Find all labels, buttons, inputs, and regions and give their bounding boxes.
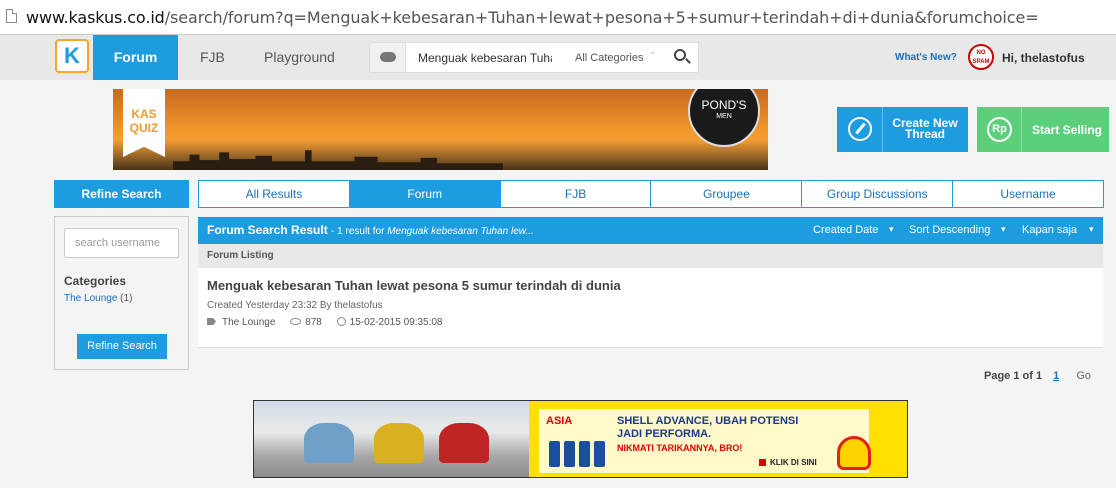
- forum-listing-label: Forum Listing: [198, 244, 1103, 268]
- search-input[interactable]: Menguak kebesaran Tuhan: [418, 51, 552, 65]
- page-label: Page 1 of 1: [984, 370, 1043, 382]
- tab-groupee[interactable]: Groupee: [651, 181, 803, 207]
- results-header: Forum Search Result - 1 result for Mengu…: [198, 217, 1103, 244]
- browser-url-bar[interactable]: www.kaskus.co.id/search/forum?q=Menguak+…: [0, 0, 1116, 35]
- sort-time-range[interactable]: Kapan saja: [1022, 224, 1077, 236]
- sort-created-date[interactable]: Created Date: [813, 224, 878, 236]
- rupiah-icon: Rp: [977, 107, 1022, 152]
- user-greeting[interactable]: Hi, thelastofus: [1002, 51, 1085, 65]
- start-selling-button[interactable]: Rp Start Selling: [977, 107, 1109, 152]
- nav-playground[interactable]: Playground: [264, 35, 335, 80]
- ad-track-image: [254, 401, 529, 477]
- ad-rider-image: [374, 423, 424, 463]
- ad-cta[interactable]: KLIK DI SINI: [759, 458, 817, 467]
- chevron-down-icon[interactable]: ˇ: [651, 51, 654, 61]
- thread-created: Created Yesterday 23:32 By thelastofus: [207, 300, 383, 311]
- ad-subline: NIKMATI TARIKANNYA, BRO!: [617, 443, 743, 453]
- refine-search-header: Refine Search: [54, 180, 189, 208]
- chevron-down-icon[interactable]: ▾: [1001, 224, 1006, 235]
- tab-username[interactable]: Username: [953, 181, 1103, 207]
- thread-views: 878: [305, 317, 322, 328]
- pencil-icon: [837, 107, 883, 152]
- ad-asia-logo: ASIA: [546, 415, 573, 427]
- tag-icon: [207, 318, 216, 325]
- ponds-logo: POND'S MEN: [688, 89, 760, 147]
- chat-icon[interactable]: [370, 43, 406, 72]
- kaskus-logo-icon[interactable]: K: [55, 39, 89, 73]
- list-item: Menguak kebesaran Tuhan lewat pesona 5 s…: [198, 268, 1103, 348]
- thread-title-link[interactable]: Menguak kebesaran Tuhan lewat pesona 5 s…: [207, 278, 621, 293]
- oil-bottle-icon: [594, 441, 605, 467]
- eye-icon: [290, 318, 302, 325]
- oil-bottle-icon: [564, 441, 575, 467]
- search-icon[interactable]: [674, 49, 686, 61]
- promo-banner[interactable]: KAS QUIZ POND'S MEN: [113, 89, 768, 170]
- search-tabs: All Results Forum FJB Groupee Group Disc…: [198, 180, 1104, 208]
- create-thread-button[interactable]: Create New Thread: [837, 107, 968, 152]
- ad-rider-image: [304, 423, 354, 463]
- page-number-link[interactable]: 1: [1053, 370, 1059, 382]
- refine-search-button[interactable]: Refine Search: [77, 334, 167, 359]
- pagination: Page 1 of 1 1 Go: [984, 370, 1091, 382]
- nav-fjb[interactable]: FJB: [200, 35, 225, 80]
- top-navigation: K Forum FJB Playground Menguak kebesaran…: [0, 35, 1116, 80]
- go-button[interactable]: Go: [1076, 370, 1091, 382]
- url-text[interactable]: www.kaskus.co.id/search/forum?q=Menguak+…: [26, 8, 1039, 27]
- search-box: Menguak kebesaran Tuhan All Categories ˇ: [369, 42, 699, 73]
- chevron-down-icon[interactable]: ▾: [889, 224, 894, 235]
- category-select[interactable]: All Categories: [575, 52, 643, 64]
- avatar[interactable]: NO SPAM: [968, 44, 994, 70]
- whats-new-link[interactable]: What's New?: [895, 52, 957, 63]
- tab-fjb[interactable]: FJB: [501, 181, 652, 207]
- refine-panel: search username Categories The Lounge (1…: [54, 216, 189, 370]
- tab-group-discussions[interactable]: Group Discussions: [802, 181, 954, 207]
- nav-forum[interactable]: Forum: [93, 35, 178, 80]
- thread-meta: The Lounge 878 15-02-2015 09:35:08: [207, 317, 443, 328]
- category-link[interactable]: The Lounge (1): [64, 293, 132, 304]
- categories-title: Categories: [64, 274, 127, 288]
- oil-bottle-icon: [549, 441, 560, 467]
- clock-icon: [336, 317, 346, 326]
- ad-headline: SHELL ADVANCE, UBAH POTENSI JADI PERFORM…: [617, 415, 799, 440]
- thread-category-link[interactable]: The Lounge: [222, 317, 275, 328]
- ad-rider-image: [439, 423, 489, 463]
- oil-bottle-icon: [579, 441, 590, 467]
- chevron-down-icon[interactable]: ▾: [1089, 224, 1094, 235]
- username-search-input[interactable]: search username: [64, 228, 179, 258]
- results-title: Forum Search Result - 1 result for Mengu…: [207, 223, 534, 237]
- page-icon: [6, 9, 17, 23]
- shell-logo-icon: [837, 436, 871, 470]
- thread-date: 15-02-2015 09:35:08: [349, 317, 443, 328]
- shell-ad-banner[interactable]: ASIA SHELL ADVANCE, UBAH POTENSI JADI PE…: [253, 400, 908, 478]
- sort-descending[interactable]: Sort Descending: [909, 224, 990, 236]
- tab-all-results[interactable]: All Results: [199, 181, 350, 207]
- tab-forum[interactable]: Forum: [349, 181, 501, 207]
